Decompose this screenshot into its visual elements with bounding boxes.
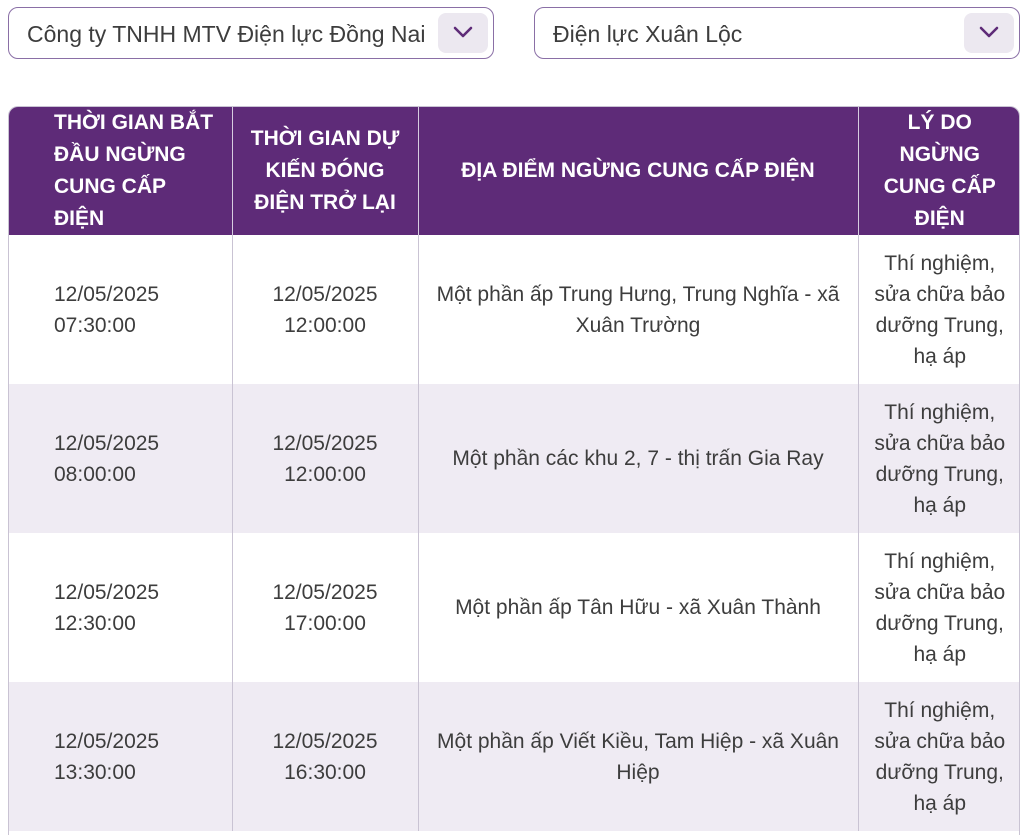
company-select-toggle[interactable] xyxy=(438,13,488,53)
header-reason: LÝ DO NGỪNG CUNG CẤP ĐIỆN xyxy=(858,107,1019,235)
start-date: 12/05/2025 xyxy=(54,431,160,455)
start-cell: 12/05/2025 12:30:00 xyxy=(9,533,233,682)
start-cell: 12/05/2025 13:30:00 xyxy=(9,682,233,831)
start-time: 07:30:00 xyxy=(54,313,136,337)
start-time: 12:30:00 xyxy=(54,611,136,635)
reason-cell: Thí nghiệm, sửa chữa bảo dưỡng Trung, hạ… xyxy=(858,384,1019,533)
location-cell: Một phần ấp Trung Hưng, Trung Nghĩa - xã… xyxy=(418,235,859,384)
table-row: 12/05/2025 12:30:00 12/05/2025 17:00:00 … xyxy=(9,533,1019,682)
chevron-down-icon xyxy=(453,26,473,38)
table-row: 12/05/2025 08:00:00 12/05/2025 12:00:00 … xyxy=(9,384,1019,533)
outage-table: THỜI GIAN BẮT ĐẦU NGỪNG CUNG CẤP ĐIỆN TH… xyxy=(8,106,1020,835)
start-date: 12/05/2025 xyxy=(54,580,160,604)
reason-cell: Thí nghiệm, sửa chữa bảo dưỡng Trung, hạ… xyxy=(858,682,1019,831)
outage-schedule-page: Công ty TNHH MTV Điện lực Đồng Nai Điện … xyxy=(0,0,1024,835)
table-row: 12/05/2025 13:30:00 12/05/2025 16:30:00 … xyxy=(9,682,1019,831)
header-location: ĐỊA ĐIỂM NGỪNG CUNG CẤP ĐIỆN xyxy=(418,107,859,235)
restore-cell: 12/05/2025 16:30:00 xyxy=(232,682,419,831)
end-time: 12:00:00 xyxy=(284,462,366,486)
start-cell: 12/05/2025 08:00:00 xyxy=(9,384,233,533)
table-row: 12/05/2025 07:30:00 12/05/2025 12:00:00 … xyxy=(9,235,1019,384)
end-date: 12/05/2025 xyxy=(272,431,378,455)
end-time: 16:30:00 xyxy=(284,760,366,784)
header-start-time: THỜI GIAN BẮT ĐẦU NGỪNG CUNG CẤP ĐIỆN xyxy=(9,107,233,235)
company-select[interactable]: Công ty TNHH MTV Điện lực Đồng Nai xyxy=(8,7,494,59)
restore-cell: 12/05/2025 12:00:00 xyxy=(232,235,419,384)
start-date: 12/05/2025 xyxy=(54,729,160,753)
chevron-down-icon xyxy=(979,26,999,38)
location-cell: Một phần các khu 2, 7 - thị trấn Gia Ray xyxy=(418,384,859,533)
reason-cell: Thí nghiệm, sửa chữa bảo dưỡng Trung, hạ… xyxy=(858,235,1019,384)
restore-cell: 12/05/2025 17:00:00 xyxy=(232,533,419,682)
restore-cell: 12/05/2025 12:00:00 xyxy=(232,384,419,533)
header-restore-time: THỜI GIAN DỰ KIẾN ĐÓNG ĐIỆN TRỞ LẠI xyxy=(232,107,419,235)
filter-bar: Công ty TNHH MTV Điện lực Đồng Nai Điện … xyxy=(8,7,1020,61)
reason-cell: Thí nghiệm, sửa chữa bảo dưỡng Trung, hạ… xyxy=(858,533,1019,682)
location-cell: Một phần ấp Viết Kiều, Tam Hiệp - xã Xuâ… xyxy=(418,682,859,831)
end-time: 12:00:00 xyxy=(284,313,366,337)
end-date: 12/05/2025 xyxy=(272,580,378,604)
start-time: 08:00:00 xyxy=(54,462,136,486)
start-date: 12/05/2025 xyxy=(54,282,160,306)
end-date: 12/05/2025 xyxy=(272,729,378,753)
branch-select-toggle[interactable] xyxy=(964,13,1014,53)
table-header-row: THỜI GIAN BẮT ĐẦU NGỪNG CUNG CẤP ĐIỆN TH… xyxy=(9,107,1019,235)
start-cell: 12/05/2025 07:30:00 xyxy=(9,235,233,384)
start-time: 13:30:00 xyxy=(54,760,136,784)
location-cell: Một phần ấp Tân Hữu - xã Xuân Thành xyxy=(418,533,859,682)
branch-select[interactable]: Điện lực Xuân Lộc xyxy=(534,7,1020,59)
end-date: 12/05/2025 xyxy=(272,282,378,306)
company-select-value: Công ty TNHH MTV Điện lực Đồng Nai xyxy=(27,21,426,47)
branch-select-value: Điện lực Xuân Lộc xyxy=(553,21,743,47)
end-time: 17:00:00 xyxy=(284,611,366,635)
